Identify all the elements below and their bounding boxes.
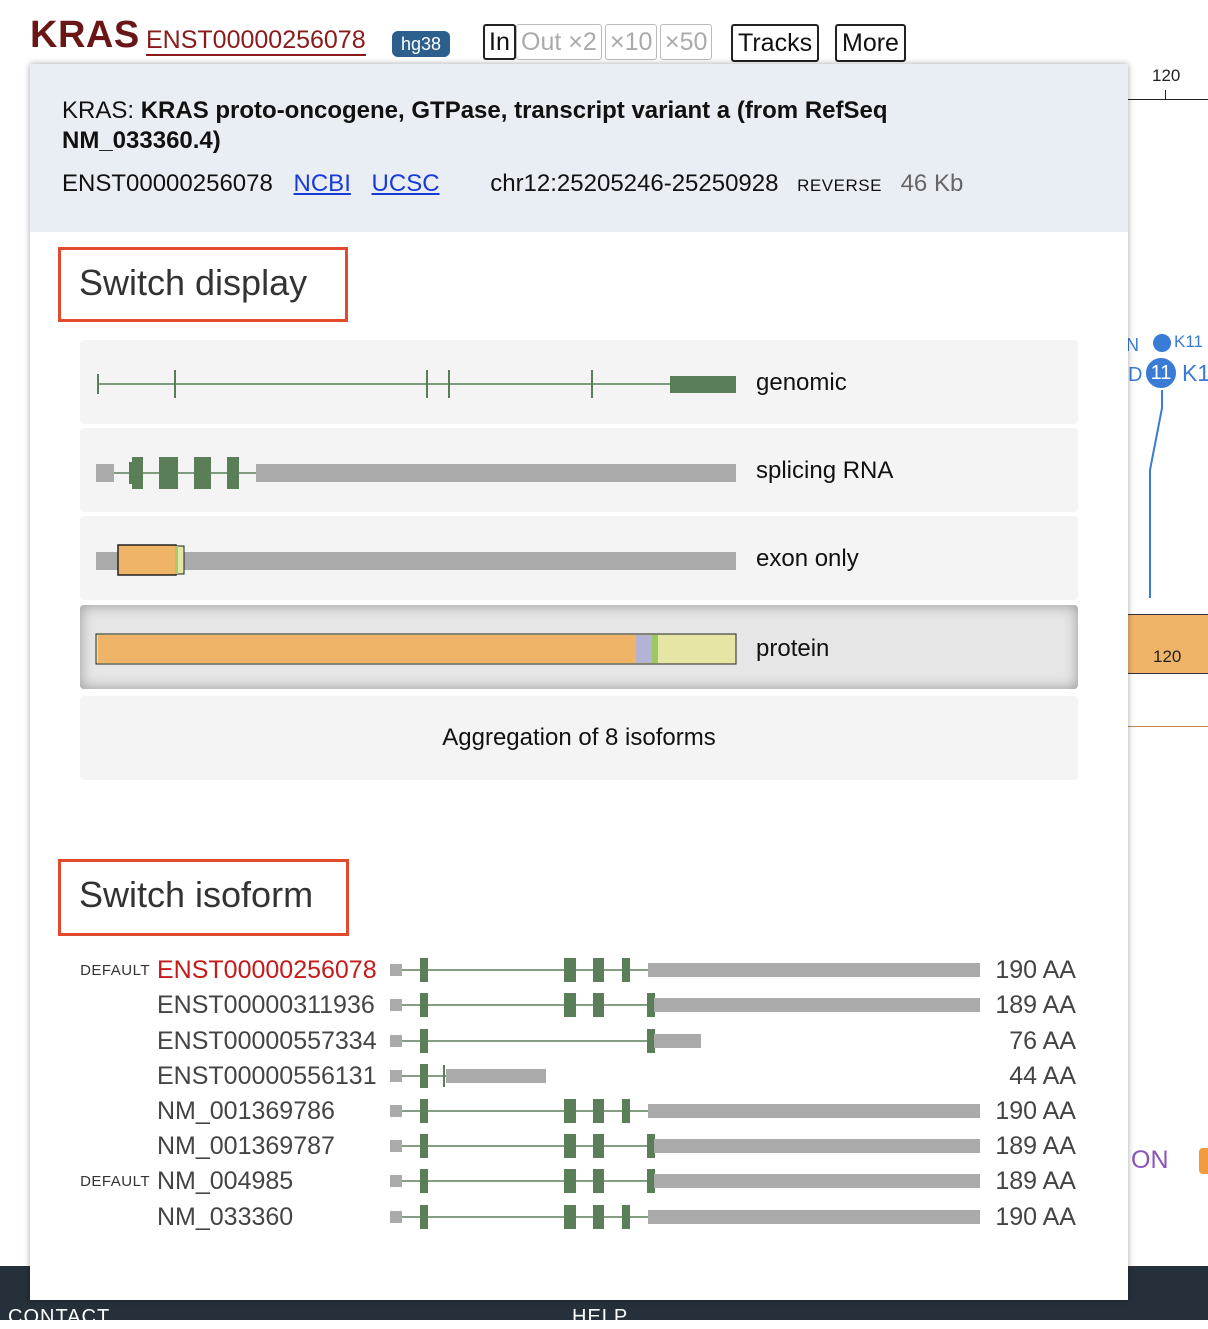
track-color-tab[interactable] — [1199, 1148, 1208, 1174]
isoform-structure — [390, 1064, 546, 1088]
switch-isoform-title: Switch isoform — [58, 859, 349, 936]
isoform-length: 190 AA — [995, 1097, 1076, 1125]
isoform-row[interactable]: ENST00000556131 44 AA — [30, 1061, 1128, 1091]
protein-preview — [95, 633, 737, 665]
switch-display-title: Switch display — [58, 247, 348, 322]
transcript-popup: KRAS: KRAS proto-oncogene, GTPase, trans… — [30, 64, 1128, 1300]
isoform-name[interactable]: NM_033360 — [157, 1202, 293, 1232]
isoform-length: 190 AA — [995, 1203, 1076, 1231]
isoform-structure — [390, 993, 980, 1017]
track-divider — [1128, 726, 1208, 727]
isoform-structure — [390, 1099, 980, 1123]
isoform-row[interactable]: NM_033360 190 AA — [30, 1202, 1128, 1232]
display-option-label: genomic — [756, 369, 847, 396]
assembly-badge: hg38 — [392, 31, 451, 57]
zoom-out-2x-button[interactable]: Out ×2 — [516, 24, 602, 60]
isoform-row[interactable]: ENST00000311936 189 AA — [30, 990, 1128, 1020]
protein-axis — [1128, 99, 1208, 100]
transcript-info-line: ENST00000256078 NCBI UCSC chr12:25205246… — [62, 170, 963, 198]
isoform-name[interactable]: ENST00000556131 — [157, 1061, 377, 1091]
strand-label: REVERSE — [797, 176, 882, 195]
isoform-name[interactable]: ENST00000256078 — [157, 955, 377, 985]
display-option-exon-only[interactable]: exon only — [80, 516, 1078, 600]
track-label-fragment: ON — [1131, 1146, 1169, 1174]
mutation-label: K1 — [1182, 360, 1208, 386]
isoform-row[interactable]: DEFAULT NM_004985 189 AA — [30, 1166, 1128, 1196]
display-option-label: protein — [756, 635, 830, 662]
isoform-structure — [390, 1169, 980, 1193]
transcript-selector[interactable]: ENST00000256078 — [146, 26, 366, 56]
display-option-genomic[interactable]: genomic — [80, 340, 1078, 424]
isoform-structure — [390, 1205, 980, 1229]
display-option-splicing-rna[interactable]: splicing RNA — [80, 428, 1078, 512]
display-option-protein[interactable]: protein — [80, 605, 1078, 689]
gene-symbol: KRAS — [30, 14, 140, 56]
isoform-row[interactable]: NM_001369787 189 AA — [30, 1131, 1128, 1161]
isoform-length: 189 AA — [995, 991, 1076, 1019]
aggregation-option[interactable]: Aggregation of 8 isoforms — [80, 696, 1078, 780]
default-tag: DEFAULT — [80, 1173, 150, 1190]
genomic-coordinates: chr12:25205246-25250928 — [490, 170, 779, 197]
isoform-structure — [390, 958, 980, 982]
isoform-structure — [390, 1029, 701, 1053]
mutation-label: K11 — [1174, 332, 1203, 351]
mutation-lollipop[interactable]: 11 — [1144, 356, 1178, 390]
isoform-structure — [390, 1134, 980, 1158]
transcript-title: KRAS: KRAS proto-oncogene, GTPase, trans… — [62, 96, 1022, 156]
isoform-row[interactable]: DEFAULT ENST00000256078 190 AA — [30, 955, 1128, 985]
zoom-in-button[interactable]: In — [483, 24, 516, 60]
domain-position-label: 120 — [1153, 647, 1182, 666]
transcript-description: KRAS proto-oncogene, GTPase, transcript … — [62, 97, 888, 154]
display-option-label: exon only — [756, 545, 859, 572]
popup-gene-symbol: KRAS: — [62, 97, 135, 124]
isoform-name[interactable]: NM_004985 — [157, 1166, 293, 1196]
lollipop-stem — [1149, 390, 1163, 598]
isoform-row[interactable]: NM_001369786 190 AA — [30, 1096, 1128, 1126]
splicing-rna-preview — [96, 457, 736, 489]
mutation-lollipop[interactable] — [1153, 334, 1171, 352]
ncbi-link[interactable]: NCBI — [294, 170, 351, 197]
footer-help-link[interactable]: HELP — [572, 1306, 628, 1329]
lollipop-residue-label: D — [1128, 364, 1143, 386]
axis-tick-label: 120 — [1152, 66, 1181, 85]
isoform-length: 44 AA — [1009, 1062, 1076, 1090]
isoform-length: 189 AA — [995, 1167, 1076, 1195]
isoform-length: 76 AA — [1009, 1027, 1076, 1055]
popup-transcript-id: ENST00000256078 — [62, 170, 273, 197]
popup-header: KRAS: KRAS proto-oncogene, GTPase, trans… — [30, 64, 1128, 232]
genomic-preview — [97, 370, 736, 398]
display-option-label: splicing RNA — [756, 457, 894, 484]
zoom-out-50x-button[interactable]: ×50 — [660, 24, 713, 60]
transcript-length: 46 Kb — [900, 170, 964, 197]
zoom-out-10x-button[interactable]: ×10 — [605, 24, 658, 60]
exon-only-preview — [96, 544, 736, 576]
isoform-name[interactable]: NM_001369787 — [157, 1131, 335, 1161]
isoform-row[interactable]: ENST00000557334 76 AA — [30, 1026, 1128, 1056]
more-button[interactable]: More — [835, 24, 906, 62]
isoform-name[interactable]: NM_001369786 — [157, 1096, 335, 1126]
footer-contact-link[interactable]: CONTACT — [8, 1306, 110, 1329]
tracks-button[interactable]: Tracks — [731, 24, 820, 62]
isoform-name[interactable]: ENST00000557334 — [157, 1026, 377, 1056]
ucsc-link[interactable]: UCSC — [372, 170, 440, 197]
isoform-length: 189 AA — [995, 1132, 1076, 1160]
isoform-length: 190 AA — [995, 956, 1076, 984]
default-tag: DEFAULT — [80, 962, 150, 979]
gene-header-bar: KRAS ENST00000256078 hg38 In Out ×2 ×10 … — [0, 0, 1208, 64]
isoform-name[interactable]: ENST00000311936 — [157, 990, 375, 1020]
